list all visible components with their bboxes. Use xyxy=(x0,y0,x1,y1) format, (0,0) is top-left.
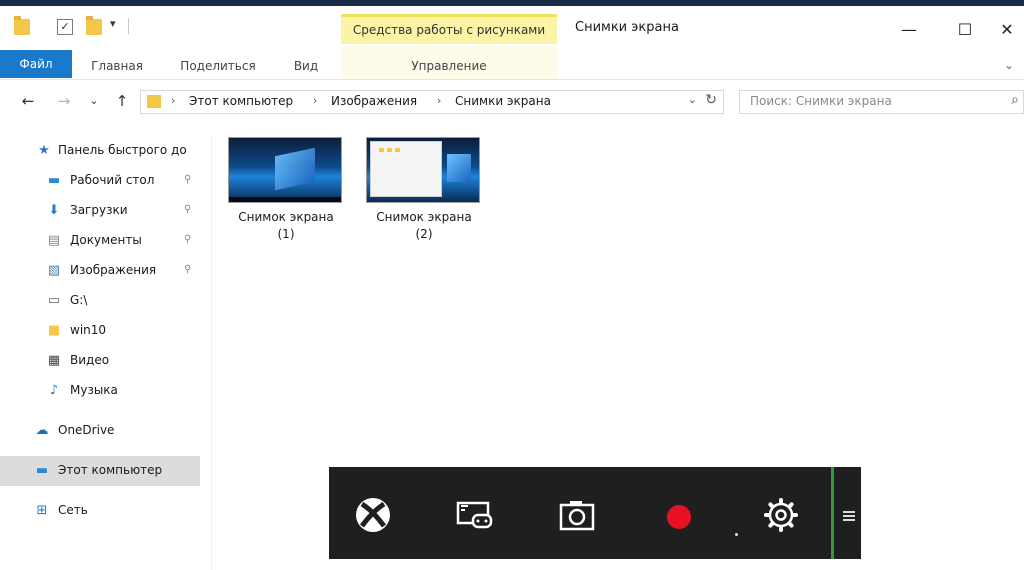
nav-item-label: OneDrive xyxy=(58,423,115,437)
nav-item-label: win10 xyxy=(70,323,107,337)
search-icon[interactable]: ⌕ xyxy=(1011,92,1019,108)
tab-view[interactable]: Вид xyxy=(280,54,332,78)
tab-file[interactable]: Файл xyxy=(0,50,72,78)
drive-icon: ▭ xyxy=(47,293,61,308)
back-button[interactable]: ← xyxy=(18,90,38,112)
settings-icon[interactable] xyxy=(761,495,801,535)
breadcrumb-separator[interactable]: › xyxy=(313,94,317,107)
onedrive-icon: ☁ xyxy=(35,423,49,438)
nav-item-label: Загрузки xyxy=(70,203,128,217)
nav-item-label: Этот компьютер xyxy=(58,463,163,477)
broadcast-icon[interactable] xyxy=(455,495,495,535)
nav-item-this-pc[interactable]: ▬ Этот компьютер xyxy=(0,456,200,486)
record-icon[interactable] xyxy=(659,495,699,535)
navigation-pane: ★ Панель быстрого до ▬ Рабочий стол ⚲ ⬇ … xyxy=(0,134,212,570)
screenshot-icon[interactable] xyxy=(557,495,597,535)
music-icon: ♪ xyxy=(49,383,59,398)
file-name: Снимок экрана xyxy=(238,210,334,224)
star-icon: ★ xyxy=(38,143,50,158)
nav-item-label: Панель быстрого до xyxy=(58,143,187,157)
address-row: ← → ⌄ ↑ › Этот компьютер › Изображения ›… xyxy=(0,84,1024,118)
file-label[interactable]: Снимок экрана (2) xyxy=(359,209,489,243)
picture-tools-context-tab: Средства работы с рисунками xyxy=(341,14,557,44)
pin-icon[interactable]: ⚲ xyxy=(184,264,191,275)
qat-separator xyxy=(128,18,129,34)
tab-share[interactable]: Поделиться xyxy=(166,54,270,78)
nav-item-label: Документы xyxy=(70,233,142,247)
close-button[interactable]: ✕ xyxy=(990,16,1024,44)
file-name: Снимок экрана xyxy=(376,210,472,224)
maximize-button[interactable]: ☐ xyxy=(942,16,988,44)
nav-item-pictures[interactable]: ▧ Изображения ⚲ xyxy=(0,256,200,286)
breadcrumb-separator[interactable]: › xyxy=(437,94,441,107)
recent-locations-icon[interactable]: ⌄ xyxy=(84,90,104,112)
download-icon: ⬇ xyxy=(48,203,60,218)
nav-item-label: G:\ xyxy=(70,293,88,307)
folder-icon xyxy=(147,95,161,108)
folder-icon: ■ xyxy=(47,323,61,338)
xbox-icon[interactable] xyxy=(353,495,393,535)
pin-icon[interactable]: ⚲ xyxy=(184,234,191,245)
breadcrumb-pictures[interactable]: Изображения xyxy=(331,94,417,108)
nav-item-music[interactable]: ♪ Музыка xyxy=(0,376,200,406)
folder-icon[interactable] xyxy=(14,16,30,35)
tab-manage[interactable]: Управление xyxy=(341,54,557,78)
nav-item-label: Видео xyxy=(70,353,110,367)
pin-icon[interactable]: ⚲ xyxy=(184,204,191,215)
nav-item-label: Рабочий стол xyxy=(70,173,155,187)
nav-item-label: Музыка xyxy=(70,383,118,397)
nav-item-desktop[interactable]: ▬ Рабочий стол ⚲ xyxy=(0,166,200,196)
title-bar: ✓ ▾ Средства работы с рисунками Снимки э… xyxy=(0,6,1024,46)
file-name-suffix: (2) xyxy=(415,227,433,241)
file-name-suffix: (1) xyxy=(277,227,295,241)
file-label[interactable]: Снимок экрана (1) xyxy=(221,209,351,243)
pictures-icon: ▧ xyxy=(47,263,61,278)
desktop-icon: ▬ xyxy=(47,173,61,188)
drag-handle-icon[interactable] xyxy=(843,511,855,523)
address-bar[interactable]: › Этот компьютер › Изображения › Снимки … xyxy=(140,90,724,114)
address-dropdown-icon[interactable]: ⌄ xyxy=(688,93,697,106)
game-bar-divider xyxy=(831,467,834,559)
nav-item-downloads[interactable]: ⬇ Загрузки ⚲ xyxy=(0,196,200,226)
breadcrumb-screenshots[interactable]: Снимки экрана xyxy=(455,94,551,108)
windows-logo-image xyxy=(275,147,315,191)
up-button[interactable]: ↑ xyxy=(112,90,132,112)
nav-item-onedrive[interactable]: ☁ OneDrive xyxy=(0,416,200,446)
nav-item-label: Изображения xyxy=(70,263,157,277)
forward-button[interactable]: → xyxy=(54,90,74,112)
ribbon-expand-icon[interactable]: ⌄ xyxy=(1004,58,1014,72)
windows-logo-image xyxy=(447,154,471,182)
qat-dropdown-icon[interactable]: ▾ xyxy=(110,17,116,30)
file-thumbnail[interactable] xyxy=(366,137,480,203)
nav-item-win10[interactable]: ■ win10 xyxy=(0,316,200,346)
explorer-window-image xyxy=(370,141,442,197)
documents-icon: ▤ xyxy=(47,233,61,248)
pin-icon[interactable]: ⚲ xyxy=(184,174,191,185)
game-bar xyxy=(329,467,861,559)
file-thumbnail[interactable] xyxy=(228,137,342,203)
refresh-icon[interactable]: ↻ xyxy=(705,92,717,108)
ribbon-tabs: Файл Главная Поделиться Вид Управление ⌄ xyxy=(0,46,1024,80)
video-icon: ▦ xyxy=(47,353,61,368)
search-input[interactable]: Поиск: Снимки экрана ⌕ xyxy=(739,90,1024,114)
pane-divider[interactable] xyxy=(211,134,212,570)
new-folder-icon[interactable] xyxy=(86,16,102,35)
this-pc-icon: ▬ xyxy=(35,463,49,478)
taskbar-image xyxy=(229,197,341,202)
nav-item-network[interactable]: ⊞ Сеть xyxy=(0,496,200,526)
nav-item-documents[interactable]: ▤ Документы ⚲ xyxy=(0,226,200,256)
breadcrumb-separator: › xyxy=(171,94,176,107)
nav-item-quick-access[interactable]: ★ Панель быстрого до xyxy=(0,136,200,166)
nav-item-video[interactable]: ▦ Видео xyxy=(0,346,200,376)
properties-icon[interactable]: ✓ xyxy=(57,19,73,35)
record-indicator xyxy=(735,533,738,536)
search-placeholder: Поиск: Снимки экрана xyxy=(750,94,892,108)
window-title: Снимки экрана xyxy=(575,20,679,35)
minimize-button[interactable]: — xyxy=(886,16,932,44)
nav-item-g-drive[interactable]: ▭ G:\ xyxy=(0,286,200,316)
tab-home[interactable]: Главная xyxy=(78,54,156,78)
nav-item-label: Сеть xyxy=(58,503,88,517)
breadcrumb-this-pc[interactable]: Этот компьютер xyxy=(189,94,293,108)
network-icon: ⊞ xyxy=(36,503,48,518)
